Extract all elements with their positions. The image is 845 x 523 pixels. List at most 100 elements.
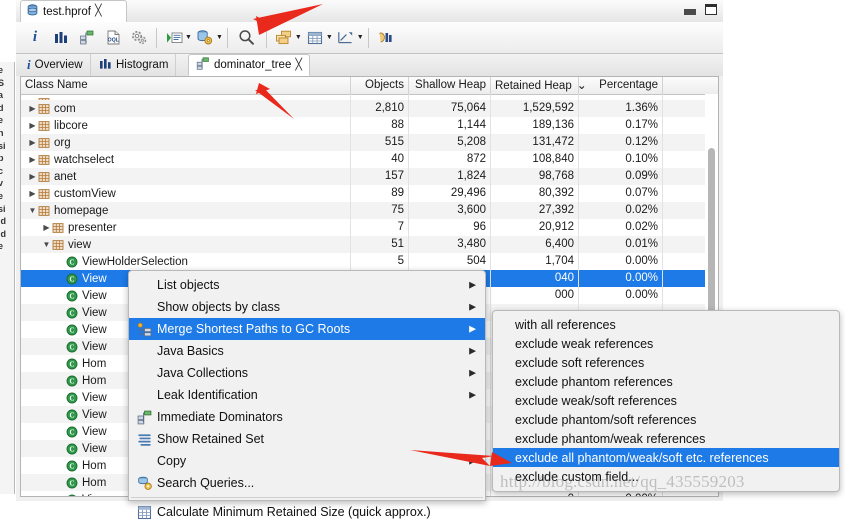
maximize-button[interactable] [705, 3, 717, 15]
table-row[interactable]: C ViewHolderSelection 5 504 1,704 0.00% [21, 253, 718, 270]
class-name-cell[interactable]: ▶ watchselect [21, 151, 351, 168]
run-expert-system-group[interactable]: ▼ [161, 25, 192, 51]
class-name-cell[interactable]: ▼ view [21, 236, 351, 253]
histogram-icon[interactable] [48, 25, 74, 51]
class-name-cell[interactable]: ▼ homepage [21, 202, 351, 219]
export-group[interactable]: ▼ [333, 25, 364, 51]
table-row[interactable]: ▶ org 515 5,208 131,472 0.12% [21, 134, 718, 151]
table-row[interactable]: ▶ watchselect 40 872 108,840 0.10% [21, 151, 718, 168]
twisty-collapsed-icon[interactable]: ▶ [27, 168, 38, 185]
query-browser-icon[interactable] [192, 25, 218, 51]
query-browser-group[interactable]: ▼ [192, 25, 223, 51]
submenu-item-label: exclude phantom/soft references [515, 412, 697, 427]
context-menu-item[interactable]: Show objects by class ▶ [129, 296, 485, 318]
class-name-cell[interactable]: ▶ anet [21, 168, 351, 185]
twisty-none [55, 474, 66, 491]
context-menu-item[interactable]: Calculate Minimum Retained Size (quick a… [129, 501, 485, 523]
twisty-collapsed-icon[interactable]: ▶ [27, 134, 38, 151]
table-row[interactable]: ▶ customView 89 29,496 80,392 0.07% [21, 185, 718, 202]
submenu-item[interactable]: exclude weak references [493, 334, 839, 353]
class-name-cell[interactable]: ▶ org [21, 134, 351, 151]
table-row[interactable]: ▼ view 51 3,480 6,400 0.01% [21, 236, 718, 253]
submenu-arrow-icon: ▶ [469, 323, 476, 334]
twisty-collapsed-icon[interactable]: ▶ [27, 185, 38, 202]
class-name-cell[interactable]: ▶ customView [21, 185, 351, 202]
compare-icon[interactable] [373, 25, 399, 51]
oql-icon[interactable]: OQL [100, 25, 126, 51]
objects-cell: 157 [351, 168, 409, 185]
submenu-item[interactable]: exclude weak/soft references [493, 391, 839, 410]
submenu-item[interactable]: exclude soft references [493, 353, 839, 372]
shallow-column-header[interactable]: Shallow Heap [409, 77, 491, 94]
class-name-cell[interactable]: C ViewHolderSelection [21, 253, 351, 270]
name-column-header[interactable]: Class Name [21, 77, 351, 94]
class-name-label: homepage [54, 204, 109, 217]
context-menu-item[interactable]: Leak Identification ▶ [129, 384, 485, 406]
table-row[interactable]: ▶ com 2,810 75,064 1,529,592 1.36% [21, 100, 718, 117]
calculator-icon [137, 505, 152, 520]
context-menu-item[interactable]: Immediate Dominators [129, 406, 485, 428]
table-row[interactable]: ▼ homepage 75 3,600 27,392 0.02% [21, 202, 718, 219]
class-icon: C [66, 409, 78, 420]
context-menu-item[interactable]: Merge Shortest Paths to GC Roots ▶ [129, 318, 485, 340]
package-icon [38, 205, 50, 216]
tab-dominator-tree[interactable]: dominator_tree ╳ [188, 54, 310, 76]
tab-histogram[interactable]: Histogram [92, 54, 177, 76]
context-menu-item-label: Show Retained Set [157, 432, 265, 446]
table-row[interactable]: ▶ libcore 88 1,144 189,136 0.17% [21, 117, 718, 134]
context-menu-item[interactable]: Java Collections ▶ [129, 362, 485, 384]
table-row[interactable]: ▶ anet 157 1,824 98,768 0.09% [21, 168, 718, 185]
class-name-cell[interactable]: ▶ com [21, 100, 351, 117]
menu-item-no-icon [137, 344, 152, 359]
close-icon[interactable]: ╳ [95, 6, 102, 17]
percentage-column-header[interactable]: Percentage [579, 77, 663, 94]
submenu-item-label: exclude weak references [515, 336, 654, 351]
search-icon[interactable] [232, 25, 262, 51]
retained-column-header[interactable]: Retained Heap ⌄ [491, 77, 587, 94]
scrollbar-thumb[interactable] [708, 148, 715, 320]
twisty-expanded-icon[interactable]: ▼ [41, 236, 52, 253]
percentage-cell: 0.00% [579, 253, 663, 270]
submenu-item[interactable]: exclude phantom/weak references [493, 429, 839, 448]
group-result-group[interactable]: ▼ [271, 25, 302, 51]
class-name-label: View [82, 323, 107, 336]
context-menu-item[interactable]: Java Basics ▶ [129, 340, 485, 362]
editor-tab-test-hprof[interactable]: test.hprof ╳ [20, 0, 127, 22]
dominator-tree-icon[interactable] [74, 25, 100, 51]
table-icon[interactable] [302, 25, 328, 51]
group-result-icon[interactable] [271, 25, 297, 51]
table-view-group[interactable]: ▼ [302, 25, 333, 51]
submenu-item[interactable]: with all references [493, 315, 839, 334]
context-menu-item[interactable]: Copy ▶ [129, 450, 485, 472]
context-menu-item[interactable]: Show Retained Set [129, 428, 485, 450]
table-row[interactable]: ▶ presenter 7 96 20,912 0.02% [21, 219, 718, 236]
twisty-expanded-icon[interactable]: ▼ [27, 202, 38, 219]
twisty-collapsed-icon[interactable]: ▶ [41, 219, 52, 236]
submenu-item[interactable]: exclude all phantom/weak/soft etc. refer… [493, 448, 839, 467]
twisty-collapsed-icon[interactable]: ▶ [27, 117, 38, 134]
class-icon: C [66, 375, 78, 386]
context-menu-item[interactable]: Search Queries... [129, 472, 485, 494]
context-menu: List objects ▶ Show objects by class ▶ Merge… [128, 270, 486, 519]
objects-cell: 88 [351, 117, 409, 134]
export-icon[interactable] [333, 25, 359, 51]
objects-column-header-label: Objects [365, 79, 404, 91]
twisty-collapsed-icon[interactable]: ▶ [27, 151, 38, 168]
submenu-item[interactable]: exclude phantom/soft references [493, 410, 839, 429]
submenu-item[interactable]: exclude phantom references [493, 372, 839, 391]
left-collapsed-panel[interactable]: e S a d e n si p c v e si id id e [0, 62, 15, 494]
objects-cell: 515 [351, 134, 409, 151]
close-icon[interactable]: ╳ [295, 59, 302, 71]
twisty-collapsed-icon[interactable]: ▶ [27, 100, 38, 117]
run-expert-system-icon[interactable] [161, 25, 187, 51]
class-name-cell[interactable]: ▶ presenter [21, 219, 351, 236]
class-name-label: View [82, 442, 107, 455]
minimize-button[interactable] [684, 9, 696, 15]
tab-overview[interactable]: i Overview [20, 54, 91, 76]
context-menu-item[interactable]: List objects ▶ [129, 274, 485, 296]
objects-cell: 40 [351, 151, 409, 168]
objects-column-header[interactable]: Objects [351, 77, 409, 94]
gears-icon[interactable] [126, 25, 152, 51]
overview-info-icon[interactable]: i [22, 25, 48, 51]
class-name-cell[interactable]: ▶ libcore [21, 117, 351, 134]
